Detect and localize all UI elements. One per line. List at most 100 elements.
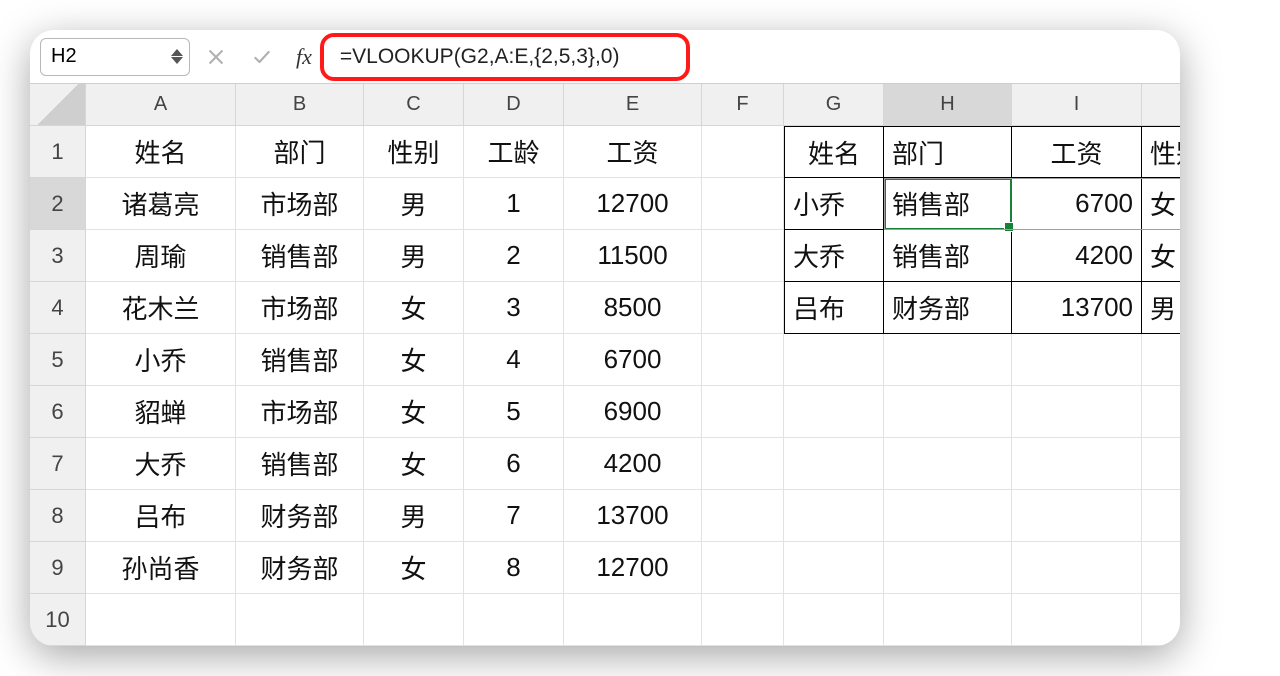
cell-J2[interactable]: 女 (1142, 178, 1180, 230)
column-header-H[interactable]: H (884, 84, 1012, 126)
row-header-10[interactable]: 10 (30, 594, 86, 646)
cell-D7[interactable]: 6 (464, 438, 564, 490)
cell-C5[interactable]: 女 (364, 334, 464, 386)
cell-E3[interactable]: 11500 (564, 230, 702, 282)
cell-I3[interactable]: 4200 (1012, 230, 1142, 282)
cell-G2[interactable]: 小乔 (784, 178, 884, 230)
cell-I9[interactable] (1012, 542, 1142, 594)
cell-D1[interactable]: 工龄 (464, 126, 564, 178)
cell-B1[interactable]: 部门 (236, 126, 364, 178)
cell-E7[interactable]: 4200 (564, 438, 702, 490)
cell-H4[interactable]: 财务部 (884, 282, 1012, 334)
row-header-4[interactable]: 4 (30, 282, 86, 334)
cell-A3[interactable]: 周瑜 (86, 230, 236, 282)
cell-G4[interactable]: 吕布 (784, 282, 884, 334)
row-header-1[interactable]: 1 (30, 126, 86, 178)
cell-B6[interactable]: 市场部 (236, 386, 364, 438)
cell-E9[interactable]: 12700 (564, 542, 702, 594)
cell-I7[interactable] (1012, 438, 1142, 490)
cancel-button[interactable] (196, 38, 236, 76)
cell-G9[interactable] (784, 542, 884, 594)
cell-H10[interactable] (884, 594, 1012, 646)
cell-A9[interactable]: 孙尚香 (86, 542, 236, 594)
cell-A4[interactable]: 花木兰 (86, 282, 236, 334)
cell-F1[interactable] (702, 126, 784, 178)
cell-J5[interactable] (1142, 334, 1180, 386)
cell-C9[interactable]: 女 (364, 542, 464, 594)
chevron-down-icon[interactable] (171, 57, 183, 64)
cell-B9[interactable]: 财务部 (236, 542, 364, 594)
row-header-3[interactable]: 3 (30, 230, 86, 282)
cell-J7[interactable] (1142, 438, 1180, 490)
accept-button[interactable] (242, 38, 282, 76)
cell-D3[interactable]: 2 (464, 230, 564, 282)
cell-J4[interactable]: 男 (1142, 282, 1180, 334)
cell-C1[interactable]: 性别 (364, 126, 464, 178)
cell-I10[interactable] (1012, 594, 1142, 646)
column-header-F[interactable]: F (702, 84, 784, 126)
cell-E4[interactable]: 8500 (564, 282, 702, 334)
row-header-7[interactable]: 7 (30, 438, 86, 490)
cell-F3[interactable] (702, 230, 784, 282)
cell-C6[interactable]: 女 (364, 386, 464, 438)
cell-G7[interactable] (784, 438, 884, 490)
cell-G8[interactable] (784, 490, 884, 542)
cell-H1[interactable]: 部门 (884, 126, 1012, 178)
cell-E1[interactable]: 工资 (564, 126, 702, 178)
cell-J1[interactable]: 性别 (1142, 126, 1180, 178)
cell-D6[interactable]: 5 (464, 386, 564, 438)
cell-F7[interactable] (702, 438, 784, 490)
cell-J10[interactable] (1142, 594, 1180, 646)
cell-F2[interactable] (702, 178, 784, 230)
cell-J3[interactable]: 女 (1142, 230, 1180, 282)
chevron-up-icon[interactable] (171, 49, 183, 56)
name-box-stepper[interactable] (171, 49, 183, 64)
cell-A8[interactable]: 吕布 (86, 490, 236, 542)
cell-E10[interactable] (564, 594, 702, 646)
cell-D8[interactable]: 7 (464, 490, 564, 542)
cell-D10[interactable] (464, 594, 564, 646)
column-header-C[interactable]: C (364, 84, 464, 126)
cell-F9[interactable] (702, 542, 784, 594)
cell-B7[interactable]: 销售部 (236, 438, 364, 490)
cell-B2[interactable]: 市场部 (236, 178, 364, 230)
grid-area[interactable]: ABCDEFGHIJ1姓名部门性别工龄工资姓名部门工资性别2诸葛亮市场部男112… (30, 84, 1180, 646)
cell-C2[interactable]: 男 (364, 178, 464, 230)
cell-G6[interactable] (784, 386, 884, 438)
cell-I2[interactable]: 6700 (1012, 178, 1142, 230)
cell-E5[interactable]: 6700 (564, 334, 702, 386)
cell-C3[interactable]: 男 (364, 230, 464, 282)
cell-E2[interactable]: 12700 (564, 178, 702, 230)
cell-H8[interactable] (884, 490, 1012, 542)
cell-F4[interactable] (702, 282, 784, 334)
cell-H7[interactable] (884, 438, 1012, 490)
cell-F10[interactable] (702, 594, 784, 646)
cell-I1[interactable]: 工资 (1012, 126, 1142, 178)
column-header-G[interactable]: G (784, 84, 884, 126)
cell-G3[interactable]: 大乔 (784, 230, 884, 282)
cell-C10[interactable] (364, 594, 464, 646)
column-header-E[interactable]: E (564, 84, 702, 126)
cell-H5[interactable] (884, 334, 1012, 386)
cell-B10[interactable] (236, 594, 364, 646)
cell-G10[interactable] (784, 594, 884, 646)
cell-I4[interactable]: 13700 (1012, 282, 1142, 334)
cell-D2[interactable]: 1 (464, 178, 564, 230)
cell-J6[interactable] (1142, 386, 1180, 438)
fx-label[interactable]: fx (288, 44, 320, 70)
column-header-B[interactable]: B (236, 84, 364, 126)
row-header-9[interactable]: 9 (30, 542, 86, 594)
column-header-J[interactable]: J (1142, 84, 1180, 126)
cell-B4[interactable]: 市场部 (236, 282, 364, 334)
row-header-5[interactable]: 5 (30, 334, 86, 386)
cell-B5[interactable]: 销售部 (236, 334, 364, 386)
cell-G5[interactable] (784, 334, 884, 386)
cell-J9[interactable] (1142, 542, 1180, 594)
cell-H9[interactable] (884, 542, 1012, 594)
formula-input[interactable]: =VLOOKUP(G2,A:E,{2,5,3},0) (326, 37, 1176, 77)
cell-A5[interactable]: 小乔 (86, 334, 236, 386)
row-header-8[interactable]: 8 (30, 490, 86, 542)
cell-E6[interactable]: 6900 (564, 386, 702, 438)
cell-I8[interactable] (1012, 490, 1142, 542)
cell-C7[interactable]: 女 (364, 438, 464, 490)
